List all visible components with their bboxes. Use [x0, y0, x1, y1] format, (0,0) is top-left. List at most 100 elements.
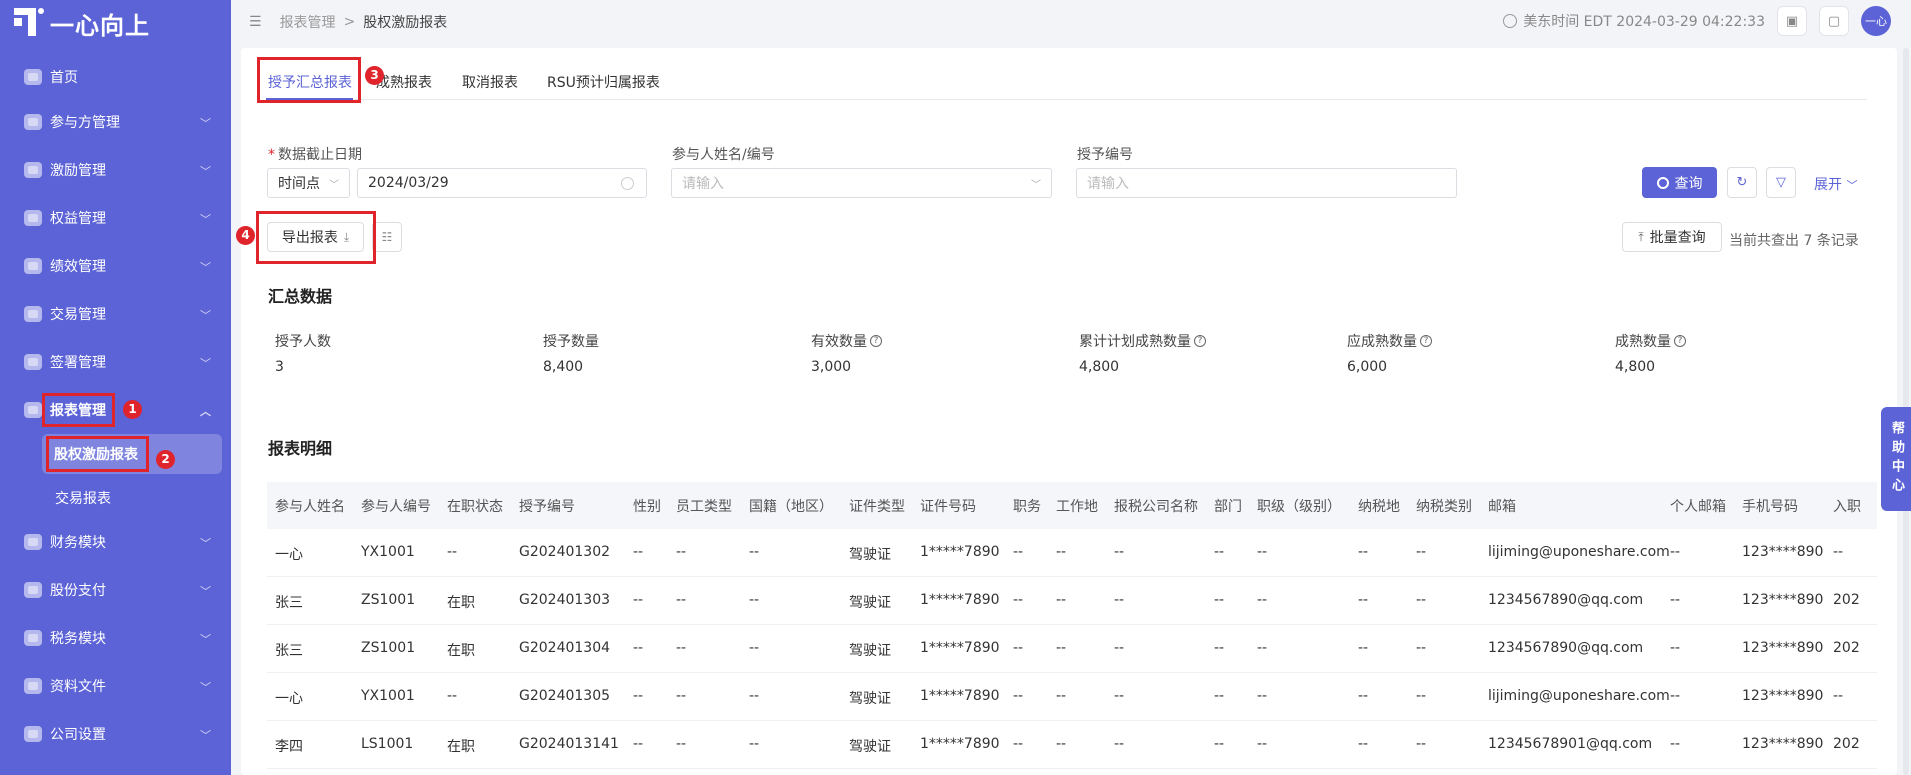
table-cell: 驾驶证	[849, 547, 891, 563]
export-report-button[interactable]: 导出报表 ⤓	[267, 222, 364, 252]
sidebar-subitem-equity-report[interactable]: 股权激励报表	[42, 434, 222, 474]
reset-button[interactable]: ↻	[1727, 167, 1757, 198]
table-cell: --	[1257, 592, 1268, 608]
tasks-button[interactable]: ▣	[1777, 6, 1807, 36]
column-header[interactable]: 工作地	[1056, 496, 1098, 516]
table-cell: 1*****7890	[920, 688, 1000, 704]
sidebar-item-signing[interactable]: 签署管理 ﹀	[0, 342, 231, 382]
column-header[interactable]: 证件类型	[849, 496, 905, 516]
help-center-button[interactable]: 帮助中心	[1881, 407, 1911, 511]
column-header[interactable]: 入职	[1833, 496, 1861, 516]
tab-vesting[interactable]: 成熟报表	[376, 72, 432, 92]
table-cell: 张三	[275, 595, 303, 611]
screen-button[interactable]: ▢	[1819, 6, 1849, 36]
summary-label: 累计计划成熟数量?	[1079, 331, 1206, 351]
chevron-down-icon: ﹀	[200, 261, 211, 274]
column-header[interactable]: 纳税地	[1358, 496, 1400, 516]
sidebar-item-reports[interactable]: 报表管理 ︿	[0, 390, 231, 430]
grant-number-input[interactable]: 请输入	[1076, 168, 1457, 198]
table-cell: 123****890	[1742, 592, 1824, 608]
sidebar-item-documents[interactable]: 资料文件 ﹀	[0, 666, 231, 706]
table-row[interactable]: 张三 ZS1001 在职 G202401304 -- -- -- 驾驶证 1**…	[267, 625, 1877, 673]
tab-rsu-forecast[interactable]: RSU预计归属报表	[547, 72, 660, 92]
summary-title: 汇总数据	[268, 287, 333, 306]
table-cell: --	[1257, 688, 1268, 704]
table-cell: --	[1214, 640, 1225, 656]
brand-logo[interactable]: 一心向上	[14, 6, 150, 40]
table-cell: 一心	[275, 547, 303, 563]
sidebar-item-company-settings[interactable]: 公司设置 ﹀	[0, 714, 231, 754]
table-row[interactable]: 张三 ZS1001 在职 G202401303 -- -- -- 驾驶证 1**…	[267, 577, 1877, 625]
collapse-menu-icon[interactable]: ☰	[249, 14, 262, 30]
table-cell: --	[633, 736, 644, 752]
sidebar-item-performance[interactable]: 绩效管理 ﹀	[0, 246, 231, 286]
help-question-icon[interactable]: ?	[1420, 335, 1432, 347]
breadcrumb-current: 股权激励报表	[363, 15, 448, 31]
column-header[interactable]: 邮箱	[1488, 496, 1516, 516]
table-row[interactable]: 李四 LS1001 在职 G2024013141 -- -- -- 驾驶证 1*…	[267, 721, 1877, 769]
column-header[interactable]: 个人邮箱	[1670, 496, 1726, 516]
column-header[interactable]: 手机号码	[1742, 496, 1798, 516]
participant-select[interactable]: 请输入 ﹀	[671, 168, 1052, 198]
date-type-select[interactable]: 时间点 ﹀	[267, 168, 350, 198]
table-cell: --	[1257, 640, 1268, 656]
table-cell: --	[1833, 688, 1844, 704]
column-header[interactable]: 职务	[1013, 496, 1041, 516]
table-cell: 1*****7890	[920, 640, 1000, 656]
home-icon	[24, 69, 42, 85]
help-question-icon[interactable]: ?	[1674, 335, 1686, 347]
sidebar-subitem-trade-report[interactable]: 交易报表	[0, 478, 231, 518]
help-question-icon[interactable]: ?	[870, 335, 882, 347]
table-cell: --	[1013, 688, 1024, 704]
column-header[interactable]: 员工类型	[676, 496, 732, 516]
column-header[interactable]: 纳税类别	[1416, 496, 1472, 516]
columns-icon: ☷	[381, 230, 393, 244]
search-icon	[1656, 176, 1669, 189]
column-header[interactable]: 国籍（地区）	[749, 496, 833, 516]
table-cell: 1*****7890	[920, 736, 1000, 752]
sidebar-item-participants[interactable]: 参与方管理 ﹀	[0, 102, 231, 142]
table-cell: --	[1358, 640, 1369, 656]
summary-label: 有效数量?	[811, 331, 882, 351]
column-header[interactable]: 在职状态	[447, 496, 503, 516]
sidebar-item-tax[interactable]: 税务模块 ﹀	[0, 618, 231, 658]
sidebar-item-home[interactable]: 首页	[0, 57, 231, 97]
batch-query-button[interactable]: ⤒ 批量查询	[1622, 222, 1722, 252]
sidebar-item-finance[interactable]: 财务模块 ﹀	[0, 522, 231, 562]
column-header[interactable]: 参与人编号	[361, 496, 431, 516]
column-header[interactable]: 报税公司名称	[1114, 496, 1198, 516]
table-cell: --	[1056, 736, 1067, 752]
tab-grant-summary[interactable]: 授予汇总报表	[268, 72, 352, 92]
query-button[interactable]: 查询	[1642, 167, 1717, 198]
column-header[interactable]: 部门	[1214, 496, 1242, 516]
table-cell: 张三	[275, 643, 303, 659]
tab-cancel[interactable]: 取消报表	[462, 72, 518, 92]
chevron-down-icon: ﹀	[200, 585, 211, 598]
table-cell: 123****890	[1742, 736, 1824, 752]
sidebar-item-equity[interactable]: 权益管理 ﹀	[0, 198, 231, 238]
table-cell: --	[749, 736, 760, 752]
sidebar-item-incentive[interactable]: 激励管理 ﹀	[0, 150, 231, 190]
column-header[interactable]: 参与人姓名	[275, 496, 345, 516]
sidebar-item-trading[interactable]: 交易管理 ﹀	[0, 294, 231, 334]
column-header[interactable]: 授予编号	[519, 496, 575, 516]
clock-icon	[621, 177, 634, 190]
table-cell: --	[1670, 736, 1681, 752]
table-row[interactable]: 一心 YX1001 -- G202401305 -- -- -- 驾驶证 1**…	[267, 673, 1877, 721]
date-input[interactable]: 2024/03/29	[357, 168, 647, 198]
column-header[interactable]: 性别	[633, 496, 661, 516]
table-cell: G202401304	[519, 640, 611, 656]
help-question-icon[interactable]: ?	[1194, 335, 1206, 347]
columns-setting-button[interactable]: ☷	[372, 222, 402, 252]
sidebar-item-label: 股份支付	[50, 583, 106, 599]
table-row[interactable]: 一心 YX1001 -- G202401302 -- -- -- 驾驶证 1**…	[267, 529, 1877, 577]
column-header[interactable]: 证件号码	[920, 496, 976, 516]
sidebar-item-share-payment[interactable]: 股份支付 ﹀	[0, 570, 231, 610]
column-header[interactable]: 职级（级别）	[1257, 496, 1341, 516]
breadcrumb-item[interactable]: 报表管理	[280, 12, 336, 32]
filter-button[interactable]: ▽	[1766, 167, 1796, 198]
expand-toggle[interactable]: 展开 ﹀	[1814, 174, 1857, 194]
sidebar-subitem-label: 股权激励报表	[54, 447, 138, 463]
avatar[interactable]: 一心	[1861, 6, 1891, 36]
table-cell: --	[1670, 640, 1681, 656]
